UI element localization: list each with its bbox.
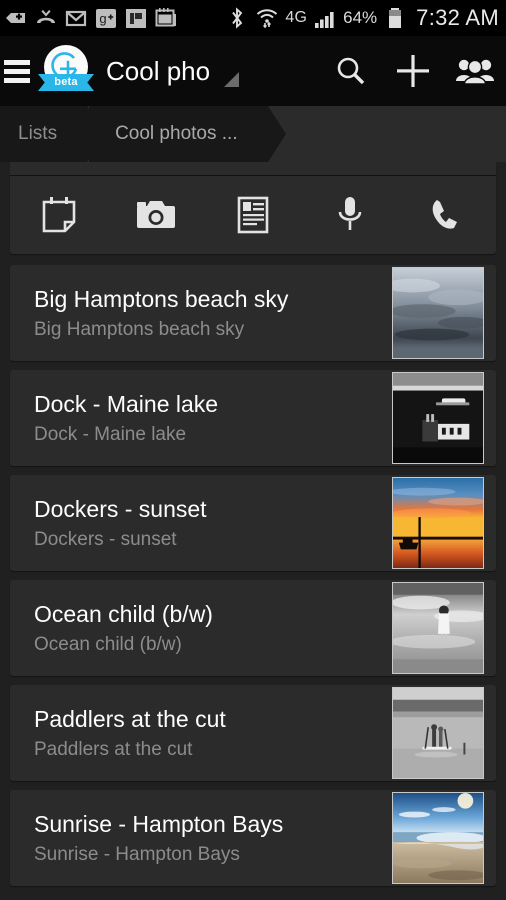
missed-call-icon: [37, 10, 55, 23]
list-item-title: Dockers - sunset: [34, 495, 207, 522]
microphone-icon: [338, 197, 362, 230]
plus-icon: [397, 55, 429, 87]
battery-percent-label: 64%: [343, 8, 378, 27]
list-item-title: Ocean child (b/w): [34, 600, 213, 627]
plus-badge-icon: [6, 13, 25, 23]
clock-label: 7:32 AM: [416, 5, 499, 30]
list-item-thumbnail[interactable]: [392, 687, 484, 779]
list-item-thumbnail[interactable]: [392, 267, 484, 359]
breadcrumb-item-lists[interactable]: Lists: [0, 106, 106, 162]
breadcrumb: Lists Cool photos ...: [0, 106, 506, 162]
list-item-text: Dockers - sunset Dockers - sunset: [34, 494, 392, 553]
list-item-text: Dock - Maine lake Dock - Maine lake: [34, 389, 392, 448]
status-bar-notification-icons: g: [4, 6, 178, 30]
thumbnail-sunrise-beach: [393, 793, 483, 883]
list-item-thumbnail[interactable]: [392, 477, 484, 569]
bluetooth-icon: [232, 7, 243, 29]
people-group-icon: [456, 59, 494, 85]
list-item-subtitle: Dock - Maine lake: [34, 423, 187, 445]
breadcrumb-item-current[interactable]: Cool photos ...: [89, 106, 286, 162]
list-item-subtitle: Big Hamptons beach sky: [34, 318, 245, 340]
list-item[interactable]: Ocean child (b/w) Ocean child (b/w): [10, 580, 496, 676]
document-button[interactable]: [204, 176, 301, 254]
photo-list[interactable]: Big Hamptons beach sky Big Hamptons beac…: [0, 162, 506, 900]
list-item[interactable]: Sunrise - Hampton Bays Sunrise - Hampton…: [10, 790, 496, 886]
wifi-icon: [257, 9, 278, 29]
list-item[interactable]: Paddlers at the cut Paddlers at the cut: [10, 685, 496, 781]
note-icon: [42, 197, 75, 233]
list-item-text: Ocean child (b/w) Ocean child (b/w): [34, 599, 392, 658]
phone-button[interactable]: [399, 176, 496, 254]
list-item-title: Big Hamptons beach sky: [34, 285, 289, 312]
hamburger-bar: [4, 68, 30, 74]
search-button[interactable]: [320, 36, 382, 106]
thumbnail-clouds: [393, 268, 483, 358]
beta-badge: beta: [38, 74, 94, 91]
hamburger-bar: [4, 77, 30, 83]
calendar-icon: [155, 8, 176, 27]
breadcrumb-label: Cool photos ...: [115, 123, 238, 144]
scrolled-card-stub[interactable]: [10, 162, 496, 176]
phone-icon: [433, 200, 458, 229]
list-item-title: Paddlers at the cut: [34, 705, 226, 732]
dropdown-triangle-icon[interactable]: [224, 71, 240, 87]
network-type-label: 4G: [285, 9, 308, 26]
gmail-icon: [65, 10, 87, 27]
svg-text:g: g: [99, 11, 106, 26]
list-item[interactable]: Big Hamptons beach sky Big Hamptons beac…: [10, 265, 496, 361]
hamburger-menu-icon[interactable]: [2, 59, 32, 83]
hamburger-bar: [4, 59, 30, 65]
camera-icon: [136, 201, 175, 228]
thumbnail-ocean-child: [393, 583, 483, 673]
thumbnail-paddlers: [393, 688, 483, 778]
list-item-subtitle: Dockers - sunset: [34, 528, 177, 550]
app-bar: beta Cool pho: [0, 36, 506, 106]
breadcrumb-label: Lists: [18, 123, 58, 144]
app-logo-icon[interactable]: beta: [38, 43, 94, 99]
list-item-thumbnail[interactable]: [392, 372, 484, 464]
google-plus-icon: g: [96, 9, 116, 28]
document-icon: [237, 196, 269, 234]
battery-icon: [389, 8, 402, 28]
note-button[interactable]: [10, 176, 107, 254]
thumbnail-dock: [393, 373, 483, 463]
list-item-subtitle: Sunrise - Hampton Bays: [34, 843, 240, 865]
share-people-button[interactable]: [444, 36, 506, 106]
list-item-subtitle: Ocean child (b/w): [34, 633, 182, 655]
list-item-thumbnail[interactable]: [392, 792, 484, 884]
list-item-text: Sunrise - Hampton Bays Sunrise - Hampton…: [34, 809, 392, 868]
signal-bars-icon: [315, 12, 334, 28]
status-bar-system-icons: 4G 64% 7:32 AM: [225, 5, 499, 31]
list-item-title: Dock - Maine lake: [34, 390, 219, 417]
page-title: Cool pho: [106, 55, 211, 86]
list-item-thumbnail[interactable]: [392, 582, 484, 674]
camera-button[interactable]: [107, 176, 204, 254]
list-item-text: Big Hamptons beach sky Big Hamptons beac…: [34, 284, 392, 343]
status-bar: g 4G 64% 7:32 AM: [0, 0, 506, 36]
list-item[interactable]: Dockers - sunset Dockers - sunset: [10, 475, 496, 571]
list-item-subtitle: Paddlers at the cut: [34, 738, 193, 760]
list-item-title: Sunrise - Hampton Bays: [34, 810, 284, 837]
quick-action-toolbar: [10, 176, 496, 254]
add-button[interactable]: [382, 36, 444, 106]
list-item[interactable]: Dock - Maine lake Dock - Maine lake: [10, 370, 496, 466]
search-icon: [337, 57, 365, 85]
list-item-text: Paddlers at the cut Paddlers at the cut: [34, 704, 392, 763]
microphone-button[interactable]: [302, 176, 399, 254]
thumbnail-sunset: [393, 478, 483, 568]
flipboard-icon: [126, 9, 146, 28]
